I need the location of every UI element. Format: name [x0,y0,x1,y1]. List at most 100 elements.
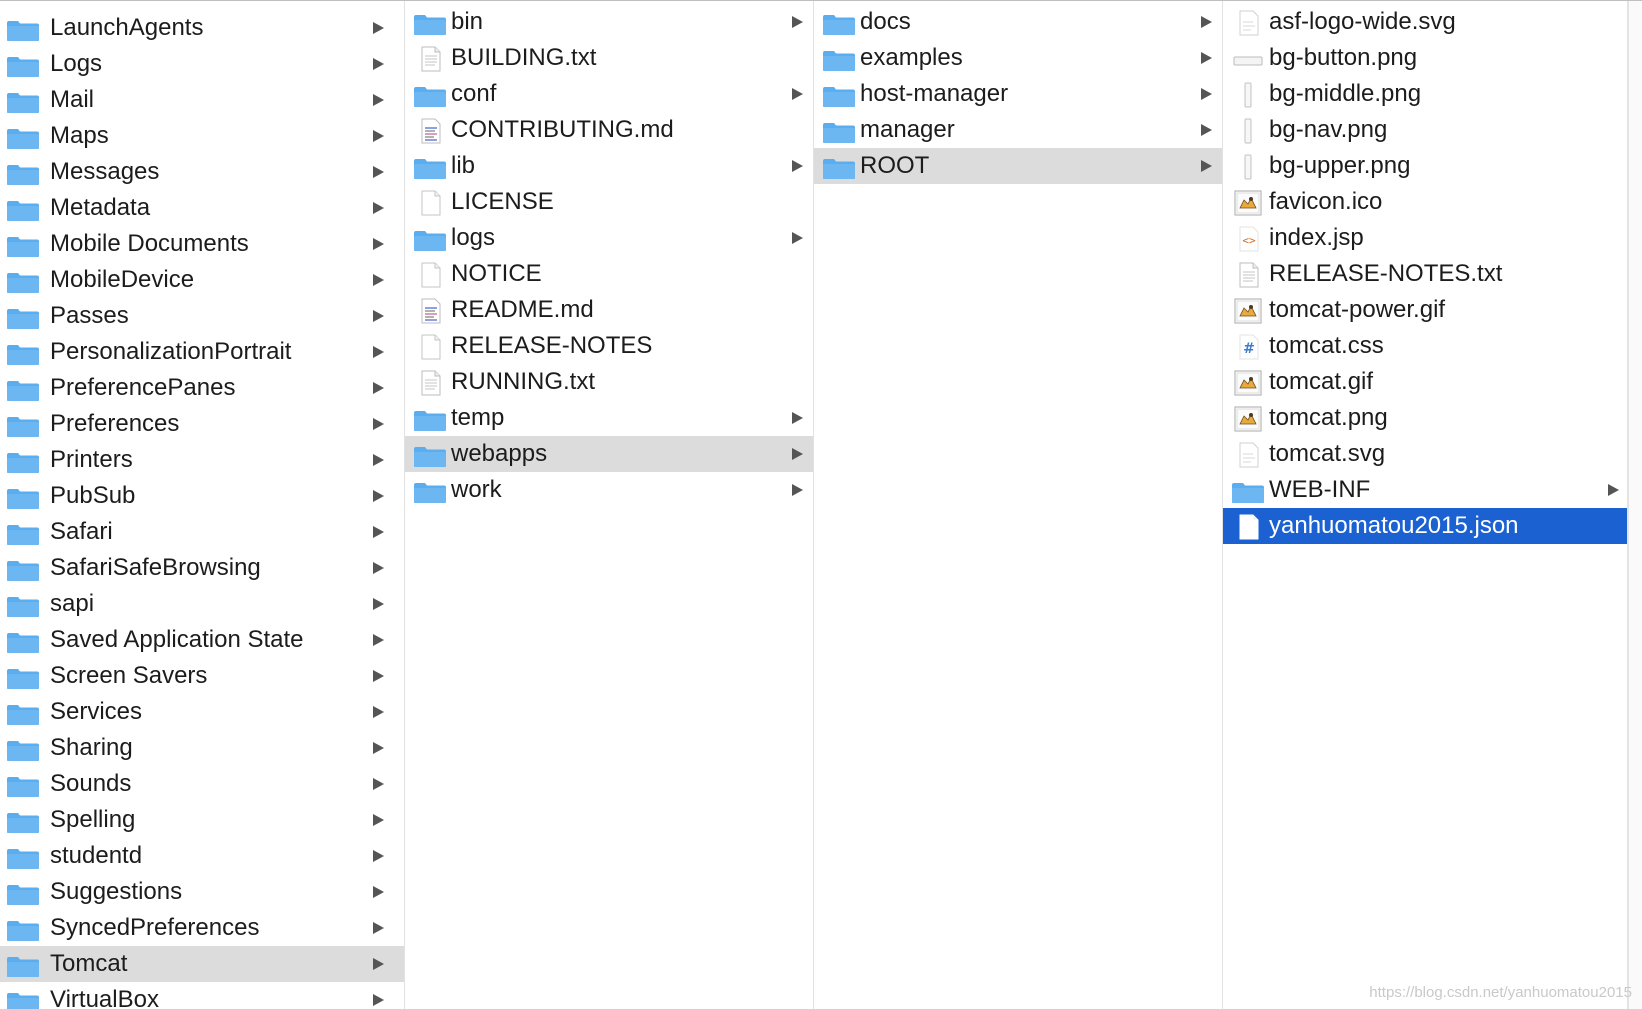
item-name: bg-upper.png [1269,152,1411,179]
folder-item[interactable]: Maps [0,118,404,154]
folder-icon [6,701,40,725]
folder-item[interactable]: Spelling [0,802,404,838]
file-item[interactable]: bg-button.png [1223,40,1627,76]
folder-item[interactable]: MobileDevice [0,262,404,298]
folder-item[interactable]: examples [814,40,1222,76]
file-item[interactable]: bg-upper.png [1223,148,1627,184]
item-name: NOTICE [451,260,542,287]
folder-item[interactable]: PubSub [0,478,404,514]
disclosure-arrow-icon [373,346,384,358]
folder-item[interactable]: ROOT [814,148,1222,184]
item-name: Passes [50,302,129,329]
folder-item[interactable]: docs [814,4,1222,40]
folder-item[interactable]: Printers [0,442,404,478]
folder-item[interactable]: Mail [0,82,404,118]
folder-item[interactable]: SyncedPreferences [0,910,404,946]
file-item[interactable]: tomcat.png [1223,400,1627,436]
file-item[interactable]: CONTRIBUTING.md [405,112,813,148]
item-name: temp [451,404,505,431]
folder-item[interactable]: Suggestions [0,874,404,910]
folder-item[interactable]: PersonalizationPortrait [0,334,404,370]
folder-item[interactable]: Passes [0,298,404,334]
folder-item[interactable]: logs [405,220,813,256]
item-name: LICENSE [451,188,554,215]
disclosure-arrow-icon [1201,16,1212,28]
file-item[interactable]: README.md [405,292,813,328]
item-name: Sharing [50,734,133,761]
file-item[interactable]: <> index.jsp [1223,220,1627,256]
item-name: PubSub [50,482,136,509]
folder-item[interactable]: Preferences [0,406,404,442]
item-name: Metadata [50,194,151,221]
svg-text:<>: <> [1242,234,1256,247]
folder-item[interactable]: work [405,472,813,508]
item-name: Sounds [50,770,132,797]
file-item[interactable]: tomcat.svg [1223,436,1627,472]
file-item[interactable]: asf-logo-wide.svg [1223,4,1627,40]
folder-item[interactable]: WEB-INF [1223,472,1627,508]
file-item[interactable]: favicon.ico [1223,184,1627,220]
file-item[interactable]: tomcat-power.gif [1223,292,1627,328]
file-item[interactable]: bg-nav.png [1223,112,1627,148]
column-library: LaunchAgents Logs Mail Maps Messages Met… [0,1,405,1009]
folder-item[interactable]: sapi [0,586,404,622]
folder-icon [822,47,856,71]
folder-item[interactable]: Messages [0,154,404,190]
folder-item[interactable]: webapps [405,436,813,472]
folder-item[interactable]: LaunchAgents [0,10,404,46]
folder-item[interactable]: Logs [0,46,404,82]
folder-item[interactable]: Safari [0,514,404,550]
disclosure-arrow-icon [373,670,384,682]
disclosure-arrow-icon [373,166,384,178]
folder-item[interactable]: Metadata [0,190,404,226]
folder-icon [413,155,447,179]
file-item[interactable]: bg-middle.png [1223,76,1627,112]
folder-item[interactable]: Screen Savers [0,658,404,694]
file-item[interactable]: yanhuomatou2015.json [1223,508,1627,544]
folder-icon [6,161,40,185]
file-item[interactable]: BUILDING.txt [405,40,813,76]
folder-item[interactable]: Sharing [0,730,404,766]
disclosure-arrow-icon [1608,484,1619,496]
folder-item[interactable]: lib [405,148,813,184]
right-scroll-area[interactable] [1628,1,1642,1009]
file-item[interactable]: # tomcat.css [1223,328,1627,364]
folder-item[interactable]: Services [0,694,404,730]
folder-icon [6,89,40,113]
item-name: conf [451,80,497,107]
file-item[interactable]: RELEASE-NOTES.txt [1223,256,1627,292]
column-webapps: docs examples host-manager manager ROOT [814,1,1223,1009]
file-item[interactable]: RUNNING.txt [405,364,813,400]
item-name: VirtualBox [50,986,159,1009]
svg-file-icon [1231,10,1265,36]
disclosure-arrow-icon [1201,160,1212,172]
folder-item[interactable]: Saved Application State [0,622,404,658]
folder-item[interactable]: VirtualBox [0,982,404,1009]
folder-item[interactable]: studentd [0,838,404,874]
folder-item[interactable]: temp [405,400,813,436]
text-file-icon [1231,262,1265,288]
folder-item[interactable]: Sounds [0,766,404,802]
image-file-icon [1231,154,1265,180]
disclosure-arrow-icon [792,412,803,424]
folder-icon [413,227,447,251]
folder-item[interactable]: bin [405,4,813,40]
folder-item[interactable]: Tomcat [0,946,404,982]
item-name: Safari [50,518,113,545]
markdown-file-icon [413,298,447,324]
file-item[interactable]: RELEASE-NOTES [405,328,813,364]
disclosure-arrow-icon [373,598,384,610]
folder-item[interactable]: Mobile Documents [0,226,404,262]
folder-item[interactable]: conf [405,76,813,112]
file-item[interactable]: NOTICE [405,256,813,292]
file-item[interactable]: tomcat.gif [1223,364,1627,400]
document-icon [413,334,447,360]
disclosure-arrow-icon [373,490,384,502]
disclosure-arrow-icon [792,16,803,28]
item-name: tomcat.gif [1269,368,1374,395]
folder-item[interactable]: SafariSafeBrowsing [0,550,404,586]
folder-item[interactable]: host-manager [814,76,1222,112]
folder-item[interactable]: PreferencePanes [0,370,404,406]
folder-item[interactable]: manager [814,112,1222,148]
file-item[interactable]: LICENSE [405,184,813,220]
